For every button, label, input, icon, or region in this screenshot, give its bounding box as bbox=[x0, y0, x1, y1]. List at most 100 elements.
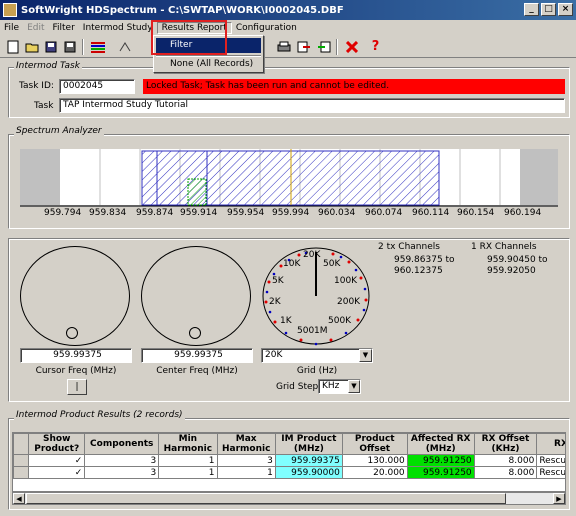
save-as-icon[interactable] bbox=[61, 38, 78, 55]
col-rx-offset[interactable]: RX Offset (KHz) bbox=[473, 433, 538, 455]
cell-min-harmonic: 1 bbox=[158, 466, 218, 479]
cell-max-harmonic: 1 bbox=[216, 466, 276, 479]
cursor-button[interactable]: | bbox=[67, 379, 87, 395]
knob-indicator bbox=[66, 327, 78, 339]
menu-intermod-study[interactable]: Intermod Study bbox=[79, 23, 157, 33]
cell-rx-offset: 8.000 bbox=[473, 466, 538, 479]
task-name-field[interactable]: TAP Intermod Study Tutorial bbox=[59, 98, 565, 113]
col-components[interactable]: Components bbox=[84, 433, 160, 455]
spectrum-tick-row: 959.794 959.834 959.874 959.914 959.954 … bbox=[20, 208, 558, 220]
cell-components: 3 bbox=[84, 466, 160, 479]
table-row[interactable]: ✓ 3 1 1 959.90000 20.000 959.91250 8.000… bbox=[13, 466, 565, 479]
tick-label: 960.154 bbox=[457, 208, 495, 218]
tick-label: 960.034 bbox=[318, 208, 356, 218]
print-icon[interactable] bbox=[275, 38, 292, 55]
show-product-checkbox[interactable]: ✓ bbox=[28, 466, 86, 479]
menu-filter[interactable]: Filter bbox=[49, 23, 79, 33]
menu-item-none-all-records[interactable]: None (All Records) bbox=[156, 57, 261, 72]
spectrum-list-icon[interactable] bbox=[89, 38, 106, 55]
knob-indicator bbox=[189, 327, 201, 339]
cell-affected-rx: 959.91250 bbox=[406, 454, 475, 467]
export-icon[interactable] bbox=[295, 38, 312, 55]
table-row[interactable]: ✓ 3 1 3 959.99375 130.000 959.91250 8.00… bbox=[13, 454, 565, 467]
task-id-label: Task ID: bbox=[19, 81, 54, 91]
tick-label: 959.794 bbox=[44, 208, 82, 218]
tx-channels-title: 2 tx Channels bbox=[378, 242, 440, 252]
app-icon bbox=[3, 3, 17, 17]
col-show-product[interactable]: Show Product? bbox=[28, 433, 86, 455]
menu-configuration[interactable]: Configuration bbox=[232, 23, 301, 33]
save-icon[interactable] bbox=[42, 38, 59, 55]
new-icon[interactable] bbox=[4, 38, 21, 55]
window-title: SoftWright HDSpectrum - C:\SWTAP\WORK\I0… bbox=[21, 4, 344, 16]
radio-tower-icon[interactable] bbox=[116, 38, 133, 55]
dial-label-100k: 100K bbox=[334, 276, 358, 286]
task-id-field[interactable]: 0002045 bbox=[59, 79, 135, 94]
center-freq-field[interactable]: 959.99375 bbox=[141, 348, 253, 363]
import-icon[interactable] bbox=[315, 38, 332, 55]
col-affected-rx[interactable]: Affected RX (MHz) bbox=[406, 433, 475, 455]
intermod-task-title: Intermod Task bbox=[14, 61, 82, 71]
cell-im-product: 959.99375 bbox=[274, 454, 343, 467]
help-icon[interactable]: ? bbox=[367, 38, 384, 55]
dial-label-5k: 5K bbox=[272, 276, 284, 286]
chevron-down-icon[interactable]: ▼ bbox=[348, 380, 360, 393]
center-freq-label: Center Freq (MHz) bbox=[156, 366, 238, 376]
dial-label-2k: 2K bbox=[269, 297, 281, 307]
show-product-checkbox[interactable]: ✓ bbox=[28, 454, 86, 467]
cell-max-harmonic: 3 bbox=[216, 454, 276, 467]
chevron-down-icon[interactable]: ▼ bbox=[359, 349, 372, 362]
cell-product-offset: 130.000 bbox=[341, 454, 408, 467]
scroll-left-icon[interactable]: ◀ bbox=[13, 493, 25, 504]
tick-label: 959.994 bbox=[272, 208, 310, 218]
center-freq-knob[interactable] bbox=[141, 246, 251, 346]
toolbar: ? bbox=[0, 36, 576, 58]
grid-select[interactable]: 20K ▼ bbox=[261, 348, 373, 363]
tick-label: 960.194 bbox=[504, 208, 542, 218]
tick-label: 959.874 bbox=[136, 208, 174, 218]
dial-label-20k: 20K bbox=[303, 250, 321, 260]
col-product-offset[interactable]: Product Offset bbox=[341, 433, 408, 455]
scroll-right-icon[interactable]: ▶ bbox=[553, 493, 565, 504]
cell-rx-desc: Rescue bbox=[536, 466, 565, 479]
cell-rx-desc: Rescue bbox=[536, 454, 565, 467]
rx-range-start: 959.90450 to bbox=[487, 255, 548, 265]
highlight-annotation bbox=[151, 20, 227, 55]
results-grid[interactable]: Show Product? Components Min Harmonic Ma… bbox=[12, 432, 566, 492]
col-max-harmonic[interactable]: Max Harmonic bbox=[216, 433, 276, 455]
cursor-freq-field[interactable]: 959.99375 bbox=[20, 348, 132, 363]
grid-label: Grid (Hz) bbox=[296, 366, 338, 376]
results-title: Intermod Product Results (2 records) bbox=[14, 410, 185, 420]
close-button[interactable]: × bbox=[558, 3, 573, 16]
open-folder-icon[interactable] bbox=[23, 38, 40, 55]
horizontal-scrollbar[interactable]: ◀ ▶ bbox=[12, 492, 566, 505]
rx-channel-band bbox=[187, 178, 207, 206]
dial-label-1k: 1K bbox=[280, 316, 292, 326]
cell-components: 3 bbox=[84, 454, 160, 467]
rx-range-end: 959.92050 bbox=[487, 266, 536, 276]
grid-step-label: Grid Step bbox=[276, 382, 319, 392]
cursor-freq-label: Cursor Freq (MHz) bbox=[35, 366, 117, 376]
table-header-row: Show Product? Components Min Harmonic Ma… bbox=[13, 433, 565, 455]
scrollbar-thumb[interactable] bbox=[26, 493, 506, 504]
grid-step-select[interactable]: KHz ▼ bbox=[318, 379, 361, 394]
menu-edit[interactable]: Edit bbox=[23, 23, 48, 33]
delete-icon[interactable] bbox=[343, 38, 360, 55]
col-min-harmonic[interactable]: Min Harmonic bbox=[158, 433, 218, 455]
menu-file[interactable]: File bbox=[0, 23, 23, 33]
tick-label: 959.914 bbox=[180, 208, 218, 218]
maximize-button[interactable]: □ bbox=[541, 3, 556, 16]
minimize-button[interactable]: _ bbox=[524, 3, 539, 16]
cell-rx-offset: 8.000 bbox=[473, 454, 538, 467]
col-rx-desc[interactable]: RX Desc bbox=[536, 433, 565, 455]
dial-label-200k: 200K bbox=[337, 297, 361, 307]
tick-label: 960.114 bbox=[412, 208, 450, 218]
cursor-freq-knob[interactable] bbox=[20, 246, 130, 346]
spectrum-display[interactable] bbox=[20, 149, 558, 207]
cell-im-product: 959.90000 bbox=[274, 466, 343, 479]
col-im-product[interactable]: IM Product (MHz) bbox=[274, 433, 343, 455]
cell-product-offset: 20.000 bbox=[341, 466, 408, 479]
spectrum-analyzer-title: Spectrum Analyzer bbox=[14, 126, 104, 136]
dial-label-50k: 50K bbox=[323, 259, 341, 269]
grid-step-value: KHz bbox=[322, 381, 340, 391]
